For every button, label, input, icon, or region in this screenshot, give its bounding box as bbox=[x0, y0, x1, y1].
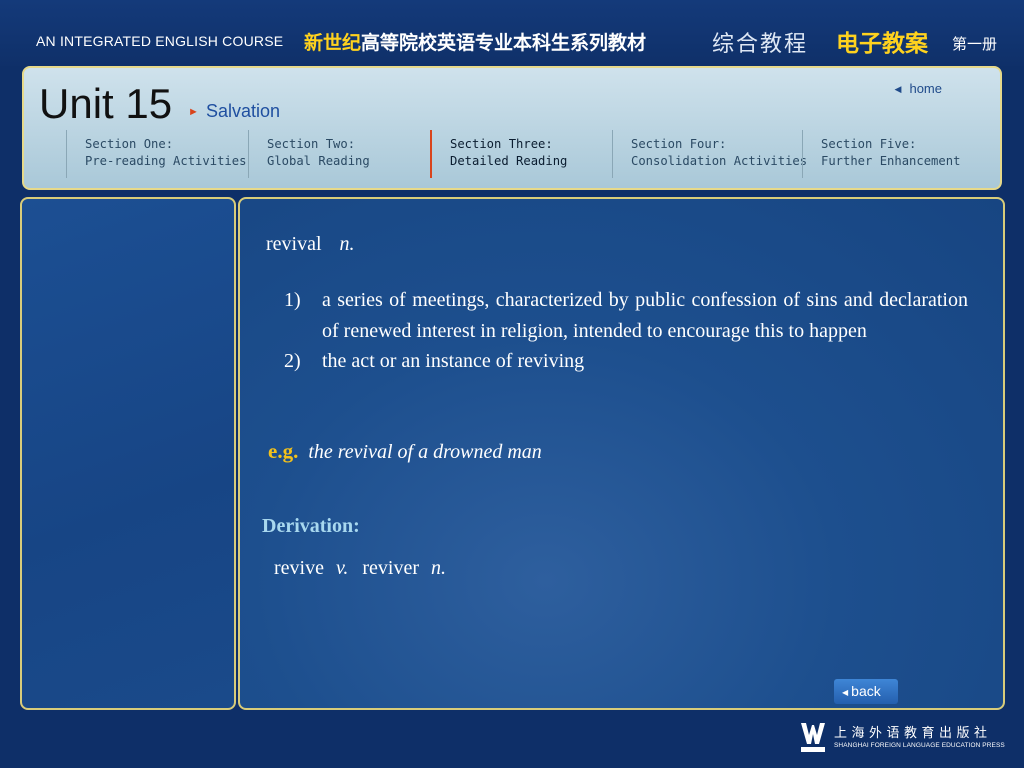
section-title: Global Reading bbox=[267, 154, 370, 168]
section-tab-five[interactable]: Section Five: Further Enhancement bbox=[802, 130, 960, 178]
course-name: AN INTEGRATED ENGLISH COURSE bbox=[36, 33, 284, 49]
derivation-line: revive v. reviver n. bbox=[274, 557, 446, 580]
derived-word: revive bbox=[274, 557, 324, 579]
example-line: e.g. the revival of a drowned man bbox=[268, 439, 542, 464]
chevron-left-icon: ◀ bbox=[894, 84, 902, 94]
headword: revival bbox=[266, 233, 322, 255]
lesson-plan-title: 电子教案 bbox=[836, 31, 928, 57]
section-number: Section Four: bbox=[631, 137, 727, 151]
triangle-left-icon: ◀ bbox=[842, 688, 849, 697]
definition-item: 1) a series of meetings, characterized b… bbox=[284, 285, 968, 346]
home-link[interactable]: ◀ home bbox=[895, 81, 942, 96]
section-number: Section One: bbox=[85, 137, 174, 151]
section-number: Section Three: bbox=[450, 137, 553, 151]
example-label: e.g. bbox=[268, 439, 299, 463]
derived-word-pos: n. bbox=[431, 557, 447, 579]
section-tab-one[interactable]: Section One: Pre-reading Activities bbox=[66, 130, 246, 178]
top-banner: AN INTEGRATED ENGLISH COURSE 新世纪高等院校英语专业… bbox=[0, 0, 1024, 66]
publisher-name-cn: 上海外语教育出版社 bbox=[834, 726, 992, 741]
section-tab-four[interactable]: Section Four: Consolidation Activities bbox=[612, 130, 807, 178]
section-number: Section Two: bbox=[267, 137, 356, 151]
definition-text: a series of meetings, characterized by p… bbox=[322, 289, 968, 342]
derivation-heading: Derivation: bbox=[262, 515, 360, 537]
section-title: Pre-reading Activities bbox=[85, 154, 247, 168]
volume-label: 第一册 bbox=[952, 35, 998, 53]
home-label: home bbox=[909, 81, 942, 96]
header-panel: Unit 15 ► Salvation ◀ home Section One: P… bbox=[22, 66, 1002, 190]
section-tab-three[interactable]: Section Three: Detailed Reading bbox=[430, 130, 567, 178]
definition-text: the act or an instance of reviving bbox=[322, 350, 585, 372]
definition-number: 1) bbox=[284, 289, 301, 311]
series-title-rest: 高等院校英语专业本科生系列教材 bbox=[361, 32, 647, 54]
publisher-name-en: SHANGHAI FOREIGN LANGUAGE EDUCATION PRES… bbox=[834, 742, 1005, 749]
definition-item: 2) the act or an instance of reviving bbox=[284, 346, 968, 377]
section-title: Detailed Reading bbox=[450, 154, 568, 168]
left-panel bbox=[20, 197, 236, 710]
definition-number: 2) bbox=[284, 350, 301, 372]
definition-list: 1) a series of meetings, characterized b… bbox=[284, 285, 968, 377]
derived-word: reviver bbox=[362, 557, 420, 579]
section-title: Further Enhancement bbox=[821, 154, 961, 168]
part-of-speech: n. bbox=[339, 233, 355, 255]
back-button[interactable]: ◀ back bbox=[834, 679, 898, 704]
series-title-highlight: 新世纪 bbox=[304, 32, 362, 54]
example-text: the revival of a drowned man bbox=[308, 441, 542, 463]
back-label: back bbox=[851, 683, 881, 699]
publisher-logo-icon bbox=[801, 723, 825, 752]
section-tab-two[interactable]: Section Two: Global Reading bbox=[248, 130, 370, 178]
unit-subtitle: Salvation bbox=[206, 101, 281, 121]
series-title: 新世纪高等院校英语专业本科生系列教材 bbox=[304, 28, 646, 55]
course-title-cn: 综合教程 bbox=[712, 32, 809, 57]
content-panel: revival n. 1) a series of meetings, chara… bbox=[238, 197, 1005, 710]
unit-arrow-icon: ► bbox=[188, 106, 199, 118]
section-nav: Section One: Pre-reading Activities Sect… bbox=[66, 130, 986, 178]
headword-line: revival n. bbox=[266, 233, 355, 256]
section-number: Section Five: bbox=[821, 137, 917, 151]
section-title: Consolidation Activities bbox=[631, 154, 808, 168]
unit-title: Unit 15 bbox=[39, 80, 173, 127]
derived-word-pos: v. bbox=[335, 557, 349, 579]
